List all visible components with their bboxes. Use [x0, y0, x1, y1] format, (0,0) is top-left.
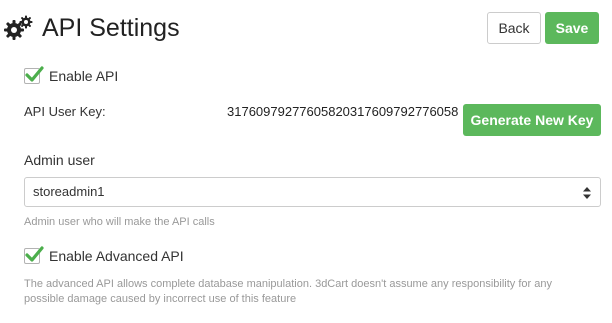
gears-icon — [4, 14, 34, 42]
api-settings-page: API Settings Back Save Enable API API Us… — [0, 0, 612, 323]
advanced-api-help-line-1: The advanced API allows complete databas… — [24, 278, 552, 290]
sort-arrows-icon — [582, 186, 592, 200]
admin-user-selected-value: storeadmin1 — [33, 184, 105, 199]
save-button[interactable]: Save — [545, 12, 599, 44]
advanced-api-label: Enable Advanced API — [49, 248, 184, 264]
admin-user-select[interactable]: storeadmin1 — [24, 177, 601, 207]
advanced-api-checkbox[interactable] — [24, 246, 44, 264]
advanced-api-row[interactable]: Enable Advanced API — [24, 246, 184, 266]
page-title: API Settings — [42, 14, 180, 42]
page-header: API Settings Back Save — [0, 8, 612, 48]
advanced-api-help: The advanced API allows complete databas… — [24, 277, 604, 307]
enable-api-checkbox[interactable] — [24, 66, 44, 84]
admin-user-label: Admin user — [24, 152, 95, 168]
checkmark-icon — [25, 246, 44, 262]
api-key-label: API User Key: — [24, 104, 106, 119]
enable-api-row[interactable]: Enable API — [24, 66, 118, 86]
back-button[interactable]: Back — [487, 12, 541, 44]
generate-key-button[interactable]: Generate New Key — [463, 104, 601, 136]
admin-user-help: Admin user who will make the API calls — [24, 216, 215, 228]
advanced-api-help-line-2: possible damage caused by incorrect use … — [24, 293, 297, 305]
enable-api-label: Enable API — [49, 68, 119, 84]
api-key-value: 3176097927760582031760979277605​8 — [227, 104, 459, 119]
checkmark-icon — [25, 66, 44, 82]
